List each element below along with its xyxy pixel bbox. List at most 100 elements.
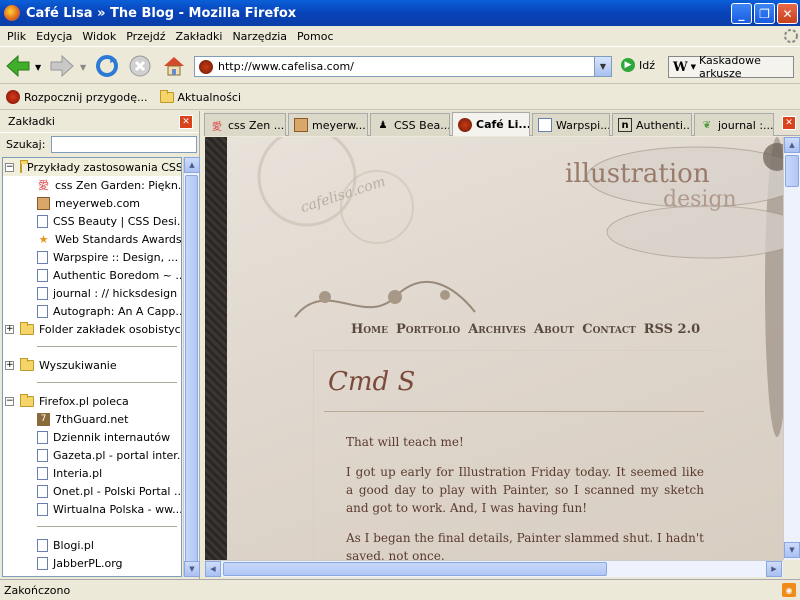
- content-horizontal-scrollbar[interactable]: ◀ ▶: [205, 560, 783, 577]
- url-bar[interactable]: ▼: [194, 56, 612, 77]
- scroll-up-icon[interactable]: ▲: [184, 157, 200, 173]
- tree-label: Firefox.pl poleca: [39, 394, 129, 408]
- tree-item[interactable]: Onet.pl - Polski Portal ...: [37, 482, 182, 500]
- site-navigation: Home Portfolio Archives About Contact RS…: [351, 322, 700, 337]
- menu-pomoc[interactable]: Pomoc: [292, 30, 338, 43]
- scroll-up-icon[interactable]: ▲: [784, 137, 800, 153]
- bookmark-aktualnosci[interactable]: Aktualności: [159, 89, 242, 104]
- dark-border-strip: [205, 137, 227, 560]
- rss-feed-icon[interactable]: ◉: [782, 583, 796, 597]
- post-title[interactable]: Cmd S: [328, 367, 415, 397]
- tree-item[interactable]: JabberPL.org: [37, 554, 123, 572]
- tree-item[interactable]: Gazeta.pl - portal inter...: [37, 446, 181, 464]
- tree-item[interactable]: Autograph: An A Capp...: [37, 302, 181, 320]
- bookmark-label: Aktualności: [177, 90, 242, 104]
- tree-folder-css[interactable]: − Przykłady zastosowania CSS: [3, 158, 181, 176]
- tree-item[interactable]: Wirtualna Polska - ww...: [37, 500, 181, 518]
- close-button[interactable]: ✕: [777, 3, 798, 24]
- nav-archives[interactable]: Archives: [468, 322, 526, 337]
- tab-css-beauty[interactable]: ♟ CSS Bea...: [370, 113, 450, 136]
- forward-button[interactable]: [48, 52, 76, 80]
- menu-plik[interactable]: Plik: [2, 30, 31, 43]
- css-dropdown-icon: ▼: [690, 63, 696, 71]
- tree-item[interactable]: Blogi.pl: [37, 536, 94, 554]
- firefox-icon: [4, 5, 20, 21]
- sidebar-scrollbar[interactable]: ▲ ▼: [183, 157, 200, 577]
- scroll-right-icon[interactable]: ▶: [766, 561, 782, 577]
- sidebar-header: Zakładki ✕: [0, 111, 199, 133]
- scroll-left-icon[interactable]: ◀: [205, 561, 221, 577]
- tree-label: Onet.pl - Polski Portal ...: [53, 484, 182, 498]
- stop-icon: [129, 55, 151, 77]
- tree-item[interactable]: 7 7thGuard.net: [37, 410, 128, 428]
- tab-warpspire[interactable]: Warpspi...: [532, 113, 610, 136]
- tree-item[interactable]: Authentic Boredom ~ ...: [37, 266, 181, 284]
- sidebar-search-input[interactable]: [51, 135, 198, 153]
- tab-cafe-lisa[interactable]: Café Li...: [452, 112, 530, 136]
- menu-zakladki[interactable]: Zakładki: [171, 30, 228, 43]
- menu-przejdz[interactable]: Przejdź: [121, 30, 170, 43]
- reload-button[interactable]: [93, 52, 121, 80]
- collapse-icon[interactable]: −: [5, 162, 14, 172]
- stop-button[interactable]: [126, 52, 154, 80]
- sidebar-close-icon[interactable]: ✕: [179, 115, 193, 129]
- home-button[interactable]: [160, 52, 188, 80]
- tab-bar: 愛 css Zen ... meyerw... ♟ CSS Bea... Café …: [204, 111, 800, 136]
- star-icon: ★: [38, 232, 49, 246]
- scroll-down-icon[interactable]: ▼: [784, 542, 800, 558]
- go-button[interactable]: ▶ Idź: [621, 58, 655, 72]
- menu-narzedzia[interactable]: Narzędzia: [227, 30, 292, 43]
- tree-folder-wyszukiwanie[interactable]: + Wyszukiwanie: [3, 356, 117, 374]
- back-dropdown-icon[interactable]: ▼: [35, 63, 41, 72]
- bookmark-rozpocznij[interactable]: Rozpocznij przygodę...: [6, 90, 148, 104]
- go-label: Idź: [639, 58, 656, 72]
- css-stylesheets-button[interactable]: W ▼ Kaskadowe arkusze: [668, 54, 794, 80]
- tab-meyerweb[interactable]: meyerw...: [288, 113, 368, 136]
- menu-widok[interactable]: Widok: [77, 30, 121, 43]
- tree-item[interactable]: CSS Beauty | CSS Desi...: [37, 212, 181, 230]
- minimize-button[interactable]: _: [731, 3, 752, 24]
- collapse-icon[interactable]: −: [5, 396, 14, 406]
- forward-dropdown-icon[interactable]: ▼: [80, 63, 86, 72]
- expand-icon[interactable]: +: [5, 360, 14, 370]
- expand-icon[interactable]: +: [5, 324, 14, 334]
- post-paragraph: As I began the final details, Painter sl…: [346, 531, 704, 560]
- maximize-button[interactable]: ❐: [754, 3, 775, 24]
- tree-item[interactable]: ★ Web Standards Awards: [37, 230, 181, 248]
- nav-rss[interactable]: RSS 2.0: [644, 322, 700, 337]
- content-vertical-scrollbar[interactable]: ▲ ▼: [783, 137, 800, 560]
- nav-home[interactable]: Home: [351, 322, 388, 337]
- n-icon: n: [618, 118, 632, 132]
- menu-bar: Plik Edycja Widok Przejdź Zakładki Narzę…: [0, 26, 800, 46]
- tab-authentic[interactable]: n Authenti...: [612, 113, 692, 136]
- tree-item[interactable]: Dziennik internautów: [37, 428, 170, 446]
- tree-label: JabberPL.org: [53, 556, 123, 570]
- scroll-down-icon[interactable]: ▼: [184, 561, 200, 577]
- url-dropdown-icon[interactable]: ▼: [594, 57, 611, 76]
- tree-item[interactable]: Warpspire :: Design, ...: [37, 248, 178, 266]
- tab-close-icon[interactable]: ✕: [782, 116, 796, 130]
- back-button[interactable]: [4, 52, 32, 80]
- tab-css-zen[interactable]: 愛 css Zen ...: [204, 113, 286, 136]
- tree-folder-osobiste[interactable]: + Folder zakładek osobistych: [3, 320, 181, 338]
- tab-journal[interactable]: ❦ journal :...: [694, 113, 774, 136]
- tree-item[interactable]: journal : // hicksdesign: [37, 284, 177, 302]
- nav-contact[interactable]: Contact: [582, 322, 635, 337]
- tree-item[interactable]: meyerweb.com: [37, 194, 140, 212]
- sidebar-scroll-thumb[interactable]: [185, 175, 198, 563]
- tree-item[interactable]: Interia.pl: [37, 464, 102, 482]
- guard-icon: 7: [37, 412, 50, 426]
- tree-folder-firefoxpl[interactable]: − Firefox.pl poleca: [3, 392, 129, 410]
- tree-item[interactable]: 愛 css Zen Garden: Piękn...: [37, 176, 181, 194]
- tree-label: Interia.pl: [53, 466, 103, 480]
- nav-about[interactable]: About: [534, 322, 574, 337]
- vertical-scroll-thumb[interactable]: [785, 155, 799, 187]
- horizontal-scroll-thumb[interactable]: [223, 562, 607, 576]
- url-input[interactable]: [218, 60, 598, 73]
- bookmarks-toolbar: Rozpocznij przygodę... Aktualności: [0, 85, 800, 110]
- menu-edycja[interactable]: Edycja: [31, 30, 77, 43]
- cafe-icon: [458, 117, 472, 132]
- meyer-icon: [294, 118, 308, 132]
- page-icon: [37, 268, 48, 282]
- nav-portfolio[interactable]: Portfolio: [396, 322, 460, 337]
